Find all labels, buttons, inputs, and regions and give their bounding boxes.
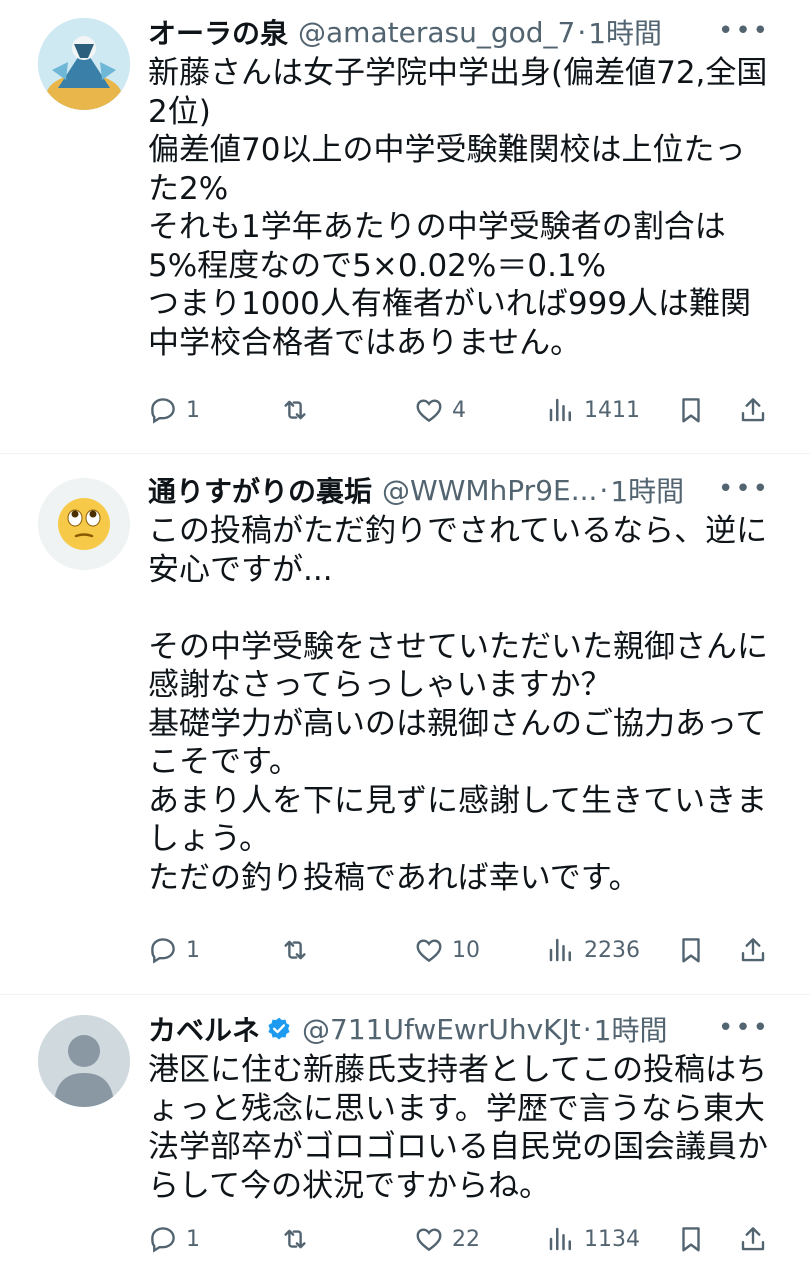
like-count: 4 <box>452 397 466 423</box>
avatar-image <box>38 18 130 110</box>
retweet-button[interactable] <box>280 1224 318 1254</box>
share-icon <box>741 938 765 962</box>
reply-count: 1 <box>186 397 200 423</box>
views-icon <box>549 938 571 962</box>
tweet[interactable]: 通りすがりの裏垢 @WWMhPr9E... · 1時間 ••• この投稿がただ釣… <box>0 454 810 995</box>
views-count: 1411 <box>584 397 640 423</box>
tweet-header: 通りすがりの裏垢 @WWMhPr9E... · 1時間 <box>148 468 770 512</box>
reply-button[interactable]: 1 <box>148 935 200 965</box>
like-icon <box>416 1228 442 1252</box>
default-avatar-icon <box>38 1015 130 1107</box>
separator-dot: · <box>577 15 587 49</box>
bookmark-button[interactable] <box>676 395 706 425</box>
display-name[interactable]: オーラの泉 <box>148 12 288 52</box>
more-icon[interactable]: ••• <box>718 16 770 46</box>
tweet-text: 新藤さんは女子学院中学出身(偏差値72,全国2位) 偏差値70以上の中学受験難関… <box>148 55 768 361</box>
like-icon <box>416 939 442 963</box>
like-button[interactable]: 4 <box>414 395 466 425</box>
tweet[interactable]: カベルネ @711UfwEwrUhvKJt · 1時間 ••• 港区に住む新藤氏… <box>0 995 810 1281</box>
timestamp[interactable]: 1時間 <box>594 1009 668 1049</box>
avatar-image <box>38 478 130 570</box>
bookmark-icon <box>682 1227 700 1252</box>
retweet-icon <box>284 400 306 420</box>
reply-button[interactable]: 1 <box>148 1224 200 1254</box>
views-icon <box>549 1227 571 1251</box>
reply-icon <box>151 1227 175 1253</box>
user-handle[interactable]: @WWMhPr9E... <box>382 474 597 507</box>
avatar[interactable] <box>38 18 130 110</box>
reply-icon <box>151 398 175 424</box>
views-count: 2236 <box>584 937 640 963</box>
user-handle[interactable]: @amaterasu_god_7 <box>298 16 575 49</box>
tweet-text: 港区に住む新藤氏支持者としてこの投稿はちょっと残念に思います。学歴で言うなら東大… <box>148 1052 768 1204</box>
share-button[interactable] <box>738 935 768 965</box>
tweet-text: この投稿がただ釣りでされているなら、逆に安心ですが... その中学受験をさせてい… <box>148 513 768 896</box>
tweet[interactable]: オーラの泉 @amaterasu_god_7 · 1時間 ••• 新藤さんは女子… <box>0 0 810 454</box>
views-count: 1134 <box>584 1226 640 1252</box>
like-count: 10 <box>452 937 480 963</box>
tweet-header: オーラの泉 @amaterasu_god_7 · 1時間 <box>148 10 770 54</box>
retweet-button[interactable] <box>280 395 318 425</box>
share-icon <box>741 1227 765 1251</box>
separator-dot: · <box>599 473 609 507</box>
share-button[interactable] <box>738 395 768 425</box>
avatar[interactable] <box>38 478 130 570</box>
retweet-icon <box>284 1229 306 1249</box>
tweet-header: カベルネ @711UfwEwrUhvKJt · 1時間 <box>148 1007 770 1051</box>
display-name[interactable]: カベルネ <box>148 1009 260 1049</box>
verified-badge-icon <box>266 1016 292 1042</box>
reply-count: 1 <box>186 1226 200 1252</box>
more-icon[interactable]: ••• <box>718 474 770 504</box>
like-count: 22 <box>452 1226 480 1252</box>
display-name[interactable]: 通りすがりの裏垢 <box>148 470 372 510</box>
share-icon <box>741 398 765 422</box>
like-icon <box>416 399 442 423</box>
user-handle[interactable]: @711UfwEwrUhvKJt <box>302 1013 581 1046</box>
views-icon <box>549 398 571 422</box>
views-button[interactable]: 1134 <box>546 1224 640 1254</box>
retweet-button[interactable] <box>280 935 318 965</box>
tweet-actions: 1 22 1134 <box>0 1219 810 1259</box>
like-button[interactable]: 22 <box>414 1224 480 1254</box>
bookmark-button[interactable] <box>676 935 706 965</box>
bookmark-icon <box>682 398 700 423</box>
share-button[interactable] <box>738 1224 768 1254</box>
timestamp[interactable]: 1時間 <box>588 12 662 52</box>
tweet-actions: 1 10 2236 <box>0 930 810 970</box>
tweet-actions: 1 4 1411 <box>0 390 810 430</box>
like-button[interactable]: 10 <box>414 935 480 965</box>
reply-count: 1 <box>186 937 200 963</box>
separator-dot: · <box>582 1012 592 1046</box>
retweet-icon <box>284 940 306 960</box>
avatar[interactable] <box>38 1015 130 1107</box>
timestamp[interactable]: 1時間 <box>610 470 684 510</box>
views-button[interactable]: 1411 <box>546 395 640 425</box>
bookmark-button[interactable] <box>676 1224 706 1254</box>
reply-button[interactable]: 1 <box>148 395 200 425</box>
reply-icon <box>151 938 175 964</box>
views-button[interactable]: 2236 <box>546 935 640 965</box>
more-icon[interactable]: ••• <box>718 1013 770 1043</box>
bookmark-icon <box>682 938 700 963</box>
